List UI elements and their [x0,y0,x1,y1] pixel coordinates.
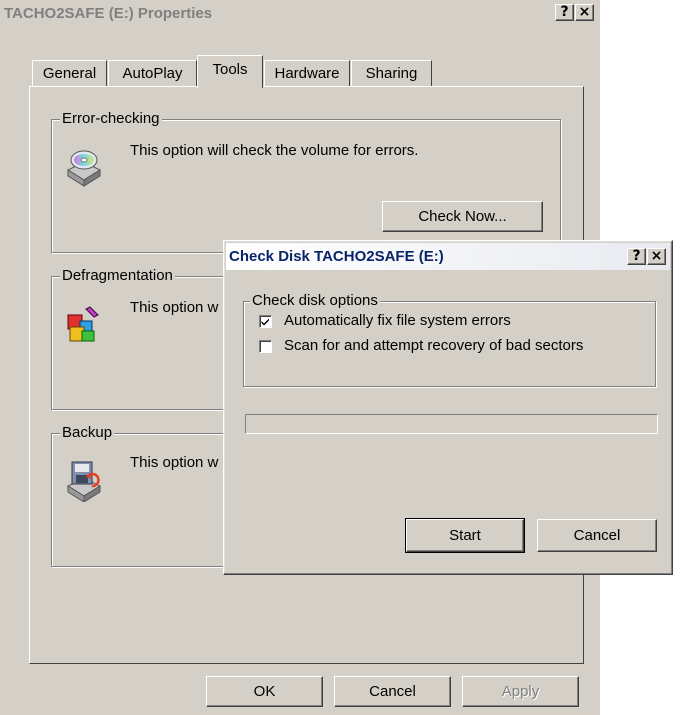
backup-label: Backup [60,424,115,441]
tab-hardware[interactable]: Hardware [264,60,350,86]
check-disk-options-group: Check disk options Automatically fix fil… [243,292,656,387]
check-now-button[interactable]: Check Now... [382,201,543,232]
error-checking-label: Error-checking [60,110,162,127]
error-checking-group: Error-checking This option will check th… [51,110,561,253]
scan-sectors-label[interactable]: Scan for and attempt recovery of bad sec… [284,337,583,355]
cancel-button[interactable]: Cancel [334,676,451,707]
check-disk-titlebar[interactable]: Check Disk TACHO2SAFE (E:) [226,243,670,270]
check-disk-dialog: Check Disk TACHO2SAFE (E:) ? × Check dis… [223,240,673,575]
properties-titlebar[interactable]: TACHO2SAFE (E:) Properties [0,0,600,27]
tab-autoplay[interactable]: AutoPlay [108,60,197,86]
auto-fix-checkbox[interactable] [259,315,272,328]
error-checking-text: This option will check the volume for er… [130,142,419,159]
check-disk-options-label: Check disk options [250,292,380,309]
tab-sharing[interactable]: Sharing [351,60,432,86]
check-disk-close-button[interactable]: × [647,248,666,265]
apply-button[interactable]: Apply [462,676,579,707]
scan-sectors-checkbox[interactable] [259,340,272,353]
checkmark-icon [261,318,269,326]
defragmentation-label: Defragmentation [60,267,175,284]
help-button[interactable]: ? [555,4,574,21]
defrag-icon [67,306,99,342]
check-disk-progress-bar [245,414,658,434]
backup-icon [66,461,102,502]
backup-text: This option w [130,454,219,471]
auto-fix-label[interactable]: Automatically fix file system errors [284,312,511,330]
check-disk-help-button[interactable]: ? [627,248,646,265]
tab-general[interactable]: General [32,60,107,86]
start-button[interactable]: Start [405,518,525,553]
check-disk-cancel-button[interactable]: Cancel [537,519,657,552]
check-disk-title: Check Disk TACHO2SAFE (E:) [229,248,444,265]
defragmentation-text: This option w [130,299,219,316]
tab-tools[interactable]: Tools [197,55,263,88]
ok-button[interactable]: OK [206,676,323,707]
disk-check-icon [66,150,102,187]
properties-title: TACHO2SAFE (E:) Properties [4,5,213,22]
close-button[interactable]: × [575,4,594,21]
